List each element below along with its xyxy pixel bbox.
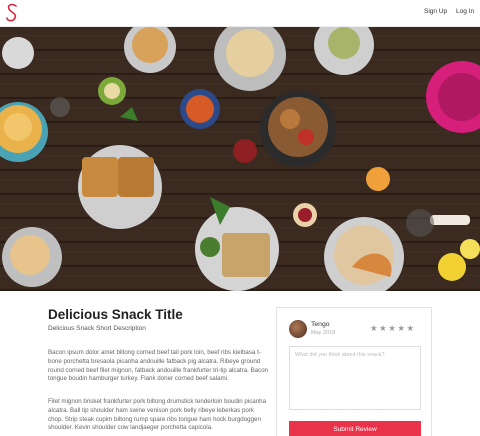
- review-text-input[interactable]: [289, 346, 421, 410]
- review-card: Tengo May 2018 ★★★★★ Submit Review: [276, 307, 432, 436]
- signup-link[interactable]: Sign Up: [424, 8, 447, 15]
- review-date: May 2018: [311, 330, 336, 336]
- avatar: [289, 320, 307, 338]
- login-link[interactable]: Log In: [456, 8, 474, 15]
- reviewer-name: Tengo: [311, 321, 330, 328]
- brand-logo[interactable]: [5, 2, 19, 24]
- star-rating-input[interactable]: ★★★★★: [370, 323, 416, 334]
- page-subtitle: Delicious Snack Short Description: [48, 325, 146, 332]
- description-paragraph: Bacon ipsum dolor amet biltong corned be…: [48, 349, 269, 383]
- page-title: Delicious Snack Title: [48, 307, 183, 322]
- description-paragraph: Filet mignon brisket frankfurter pork bi…: [48, 398, 267, 432]
- submit-review-button[interactable]: Submit Review: [289, 421, 421, 436]
- hero-food-image: [0, 27, 480, 291]
- top-navbar: Sign Up Log In: [0, 0, 480, 27]
